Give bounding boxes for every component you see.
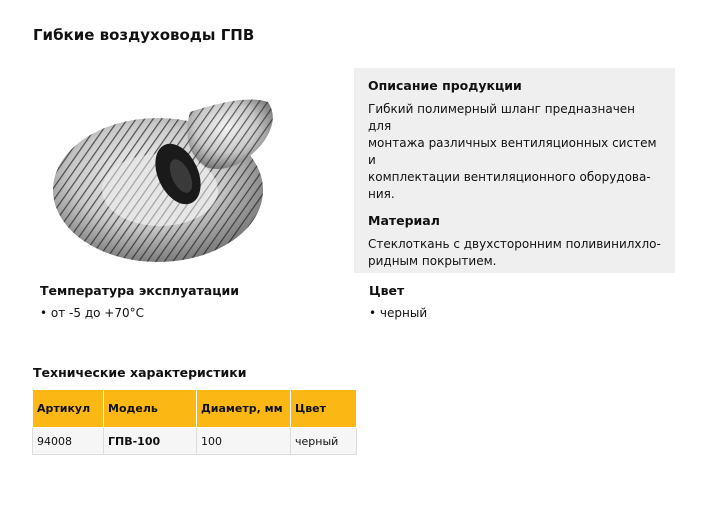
product-description-panel: Описание продукции Гибкий полимерный шла… <box>354 68 675 273</box>
page-title: Гибкие воздуховоды ГПВ <box>33 26 255 44</box>
specs-heading: Технические характеристики <box>33 365 247 380</box>
description-line: монтажа различных вентиляционных систем … <box>368 136 657 167</box>
column-header-color: Цвет <box>290 389 357 428</box>
color-value: черный <box>369 306 427 320</box>
material-heading: Материал <box>368 213 440 228</box>
article-cell: 94008 <box>32 427 104 455</box>
specs-header-row: Артикул Модель Диаметр, мм Цвет <box>32 389 357 428</box>
description-heading: Описание продукции <box>368 78 522 93</box>
description-line: ния. <box>368 187 395 201</box>
column-header-diameter: Диаметр, мм <box>196 389 291 428</box>
table-row: 94008 ГПВ-100 100 черный <box>32 427 357 455</box>
temperature-value: от -5 до +70°С <box>40 306 239 320</box>
diameter-cell: 100 <box>196 427 291 455</box>
description-line: комплектации вентиляционного оборудова- <box>368 170 651 184</box>
column-header-article: Артикул <box>32 389 104 428</box>
specs-table: Артикул Модель Диаметр, мм Цвет 94008 ГП… <box>32 389 357 455</box>
color-heading: Цвет <box>369 283 405 298</box>
material-line: Стеклоткань с двухсторонним поливинилхло… <box>368 237 661 251</box>
model-cell: ГПВ-100 <box>103 427 197 455</box>
color-cell: черный <box>290 427 357 455</box>
temperature-heading: Температура эксплуатации <box>40 283 239 298</box>
temperature-section: Температура эксплуатации от -5 до +70°С <box>40 283 239 320</box>
column-header-model: Модель <box>103 389 197 428</box>
description-line: Гибкий полимерный шланг предназначен для <box>368 102 636 133</box>
material-text: Стеклоткань с двухсторонним поливинилхло… <box>368 236 661 270</box>
product-image <box>40 72 280 272</box>
material-line: ридным покрытием. <box>368 254 497 268</box>
description-text: Гибкий полимерный шланг предназначен для… <box>368 101 661 203</box>
color-section: Цвет черный <box>369 283 427 320</box>
